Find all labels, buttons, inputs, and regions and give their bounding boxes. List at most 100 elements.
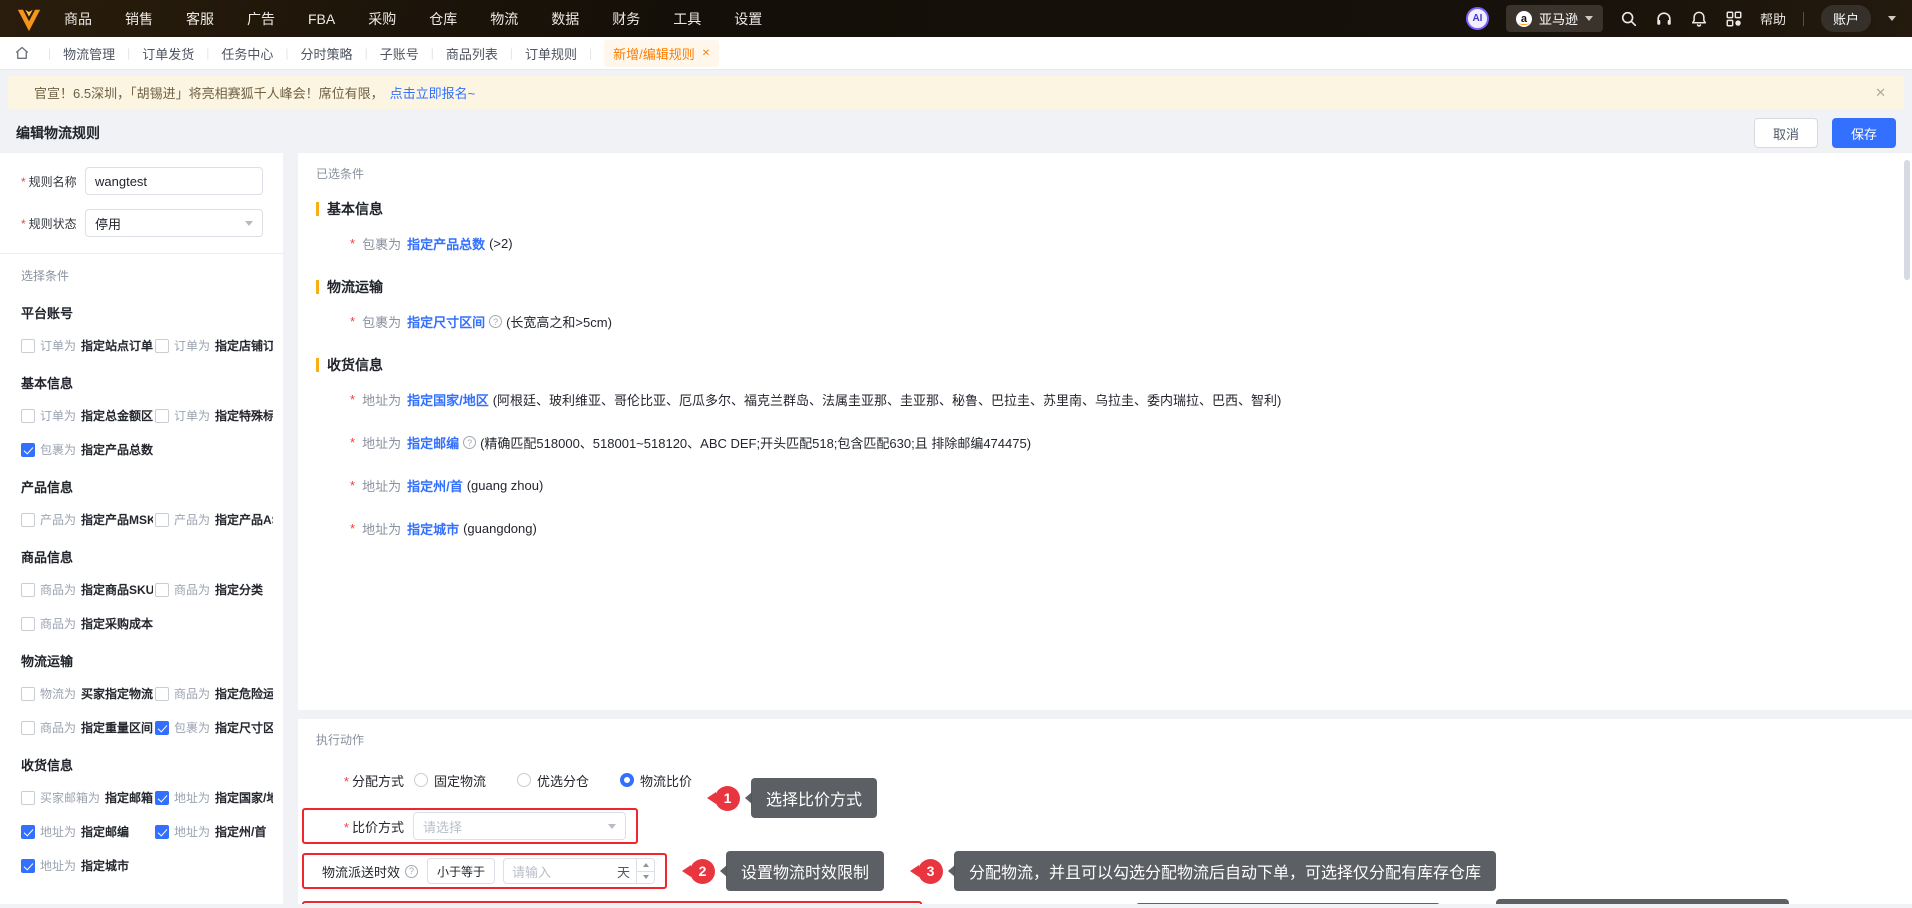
topnav-item[interactable]: 客服 (186, 9, 214, 29)
checkbox[interactable] (21, 616, 35, 631)
condition-link[interactable]: 指定尺寸区间 (407, 312, 485, 331)
tab-item[interactable]: 子账号 (380, 44, 419, 63)
ai-assistant-icon[interactable]: AI (1465, 7, 1489, 30)
condition-checkbox-item[interactable]: 产品为指定产品MSKU (21, 511, 153, 528)
help-icon[interactable] (405, 864, 419, 878)
checkbox[interactable] (21, 790, 35, 805)
save-button[interactable]: 保存 (1831, 118, 1896, 148)
delivery-time-input[interactable]: 请输入 天 (503, 858, 656, 884)
notifications-bell-icon[interactable] (1690, 10, 1708, 28)
tab-item[interactable]: 任务中心 (221, 44, 273, 63)
tab-item[interactable]: 分时策略 (301, 44, 353, 63)
condition-checkbox-item[interactable]: 订单为 指定站点订单 (21, 337, 153, 354)
tab-item[interactable]: 商品列表 (446, 44, 498, 63)
help-icon[interactable] (489, 315, 503, 328)
checkbox[interactable] (21, 408, 35, 423)
condition-checkbox-item[interactable]: 商品为 指定采购成本 (21, 615, 153, 632)
condition-checkbox-item[interactable]: 地址为指定国家/地区 (155, 789, 273, 806)
condition-checkbox-item[interactable]: 商品为 指定分类 (155, 581, 273, 598)
checkbox[interactable] (155, 686, 169, 701)
checkbox[interactable] (155, 790, 169, 805)
announcement-signup-link[interactable]: 点击立即报名~ (390, 83, 476, 102)
condition-checkbox-item[interactable]: 包裹为 指定产品总数 (21, 441, 153, 458)
condition-checkbox-item[interactable]: 订单为指定总金额区间 (21, 407, 153, 424)
cancel-button[interactable]: 取消 (1753, 118, 1818, 148)
delivery-time-operator-select[interactable]: 小于等于 (427, 858, 496, 884)
condition-checkbox-item[interactable]: 地址为 指定城市 (21, 857, 153, 874)
selected-condition-line: * 包裹为 指定产品总数 (>2) (350, 234, 1894, 253)
headset-support-icon[interactable] (1655, 10, 1673, 28)
radio-option[interactable]: 物流比价 (620, 771, 692, 790)
price-compare-select[interactable]: 请选择 (413, 812, 626, 840)
checkbox[interactable] (155, 338, 169, 353)
radio-option[interactable]: 固定物流 (414, 771, 486, 790)
rule-name-input[interactable] (85, 167, 263, 195)
condition-checkbox-item[interactable]: 地址为 指定州/首 (155, 823, 273, 840)
condition-link[interactable]: 指定产品总数 (407, 234, 485, 253)
condition-checkbox-item[interactable]: 商品为 指定重量区间 (21, 719, 153, 736)
tab-close-icon[interactable] (702, 48, 710, 59)
checkbox[interactable] (155, 512, 169, 527)
checkbox-prefix-label: 地址为 (40, 825, 77, 839)
condition-link[interactable]: 指定州/首 (407, 476, 463, 495)
dispatch-method-label: * 分配方式 (343, 773, 404, 789)
home-icon[interactable] (14, 45, 30, 61)
condition-checkbox-item[interactable]: 订单为指定特殊标识 (155, 407, 273, 424)
topnav-item[interactable]: 设置 (734, 9, 762, 29)
checkbox[interactable] (155, 824, 169, 839)
topnav-item[interactable]: 仓库 (429, 9, 457, 29)
topnav-item[interactable]: 财务 (612, 9, 640, 29)
condition-link[interactable]: 指定邮编 (407, 433, 459, 452)
condition-checkbox-item[interactable]: 产品为指定产品ASIN (155, 511, 273, 528)
checkbox[interactable] (21, 720, 35, 735)
condition-checkbox-item[interactable]: 商品为指定危险运输品 (155, 685, 273, 702)
topnav-item[interactable]: 销售 (125, 9, 153, 29)
condition-checkbox-item[interactable]: 包裹为指定尺寸区间 (155, 719, 273, 736)
checkbox[interactable] (155, 582, 169, 597)
checkbox[interactable] (155, 720, 169, 735)
checkbox[interactable] (21, 824, 35, 839)
topnav-item[interactable]: 工具 (673, 9, 701, 29)
topnav-item[interactable]: FBA (308, 11, 335, 27)
tab-item[interactable]: 订单规则 (525, 44, 577, 63)
search-icon[interactable] (1620, 10, 1638, 28)
topnav-item[interactable]: 商品 (64, 9, 92, 29)
topnav-item[interactable]: 数据 (551, 9, 579, 29)
required-asterisk: * (350, 478, 356, 493)
topnav-item[interactable]: 采购 (368, 9, 396, 29)
section-accent-bar (316, 280, 319, 294)
help-link[interactable]: 帮助 (1760, 9, 1786, 28)
tab-item[interactable]: 物流管理 (63, 44, 115, 63)
condition-checkbox-item[interactable]: 地址为 指定邮编 (21, 823, 153, 840)
condition-checkbox-item[interactable]: 物流为 买家指定物流 (21, 685, 153, 702)
apps-grid-icon[interactable] (1725, 10, 1743, 28)
condition-link[interactable]: 指定国家/地区 (407, 390, 489, 409)
number-stepper (636, 859, 655, 884)
tab-active-edit-rule[interactable]: 新增/编辑规则 (604, 39, 720, 67)
stepper-down-button[interactable] (637, 870, 655, 884)
scrollbar[interactable] (1904, 160, 1910, 280)
topnav-item[interactable]: 广告 (247, 9, 275, 29)
stepper-up-button[interactable] (637, 859, 654, 871)
tab-item[interactable]: 订单发货 (142, 44, 194, 63)
checkbox[interactable] (21, 338, 35, 353)
checkbox[interactable] (21, 858, 35, 873)
checkbox[interactable] (21, 512, 35, 527)
banner-close-icon[interactable] (1875, 85, 1886, 101)
account-chevron-down-icon[interactable] (1888, 16, 1896, 21)
rule-status-select[interactable]: 停用 (85, 209, 263, 237)
checkbox-grid: 产品为指定产品MSKU产品为指定产品ASIN (21, 511, 273, 528)
condition-link[interactable]: 指定城市 (407, 519, 459, 538)
marketplace-selector[interactable]: a 亚马逊 (1505, 5, 1603, 32)
checkbox[interactable] (21, 442, 35, 457)
radio-option[interactable]: 优选分仓 (517, 771, 589, 790)
topnav-item[interactable]: 物流 (490, 9, 518, 29)
checkbox[interactable] (155, 408, 169, 423)
condition-checkbox-item[interactable]: 订单为指定店铺订单 (155, 337, 273, 354)
account-menu[interactable]: 账户 (1820, 5, 1871, 32)
checkbox[interactable] (21, 582, 35, 597)
checkbox[interactable] (21, 686, 35, 701)
help-icon[interactable] (463, 436, 477, 449)
condition-checkbox-item[interactable]: 买家邮箱为 指定邮箱 (21, 789, 153, 806)
condition-checkbox-item[interactable]: 商品为 指定商品SKU (21, 581, 153, 598)
